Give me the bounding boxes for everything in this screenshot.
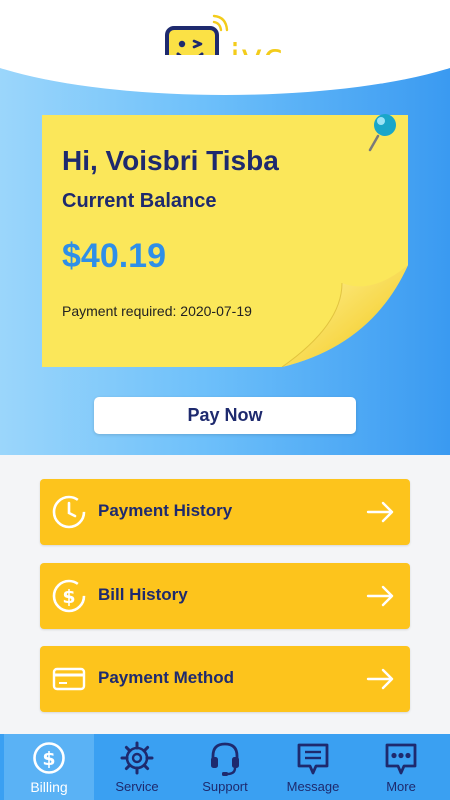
nav-label: Message	[286, 779, 340, 794]
payment-method-button[interactable]: Payment Method	[40, 646, 410, 712]
more-icon	[385, 743, 417, 775]
nav-more[interactable]: More	[356, 734, 446, 800]
arrow-right-icon	[366, 668, 394, 690]
nav-billing[interactable]: $ Billing	[4, 734, 94, 800]
balance-hero: Hi, Voisbri Tisba Current Balance $40.19…	[0, 55, 450, 455]
dollar-icon: $	[33, 742, 65, 774]
nav-label: Billing	[30, 779, 68, 795]
gear-icon	[120, 741, 154, 775]
nav-label: More	[386, 779, 416, 794]
menu-label: Payment Method	[98, 668, 235, 687]
credit-card-icon	[52, 667, 86, 691]
menu-label: Bill History	[98, 585, 188, 604]
bottom-navigation: $ Billing Service Support Message More	[0, 734, 450, 800]
clock-icon	[52, 495, 86, 529]
nav-label: Support	[202, 779, 248, 794]
nav-message[interactable]: Message	[268, 734, 358, 800]
pay-now-button[interactable]: Pay Now	[94, 397, 356, 434]
menu-label: Payment History	[98, 501, 233, 520]
signal-waves-icon	[212, 14, 229, 32]
payment-due-date: Payment required: 2020-07-19	[62, 303, 252, 319]
svg-text:$: $	[42, 748, 55, 770]
bill-history-button[interactable]: $ Bill History	[40, 563, 410, 629]
nav-service[interactable]: Service	[92, 734, 182, 800]
arrow-right-icon	[366, 501, 394, 523]
pushpin-icon	[368, 114, 396, 152]
balance-label: Current Balance	[62, 190, 217, 212]
header-curve	[0, 55, 450, 95]
dollar-coin-icon: $	[52, 579, 86, 613]
balance-amount: $40.19	[62, 237, 166, 275]
nav-label: Service	[115, 779, 159, 794]
balance-sticky-note: Hi, Voisbri Tisba Current Balance $40.19…	[42, 114, 408, 367]
arrow-right-icon	[366, 585, 394, 607]
payment-history-button[interactable]: Payment History	[40, 479, 410, 545]
message-icon	[297, 743, 329, 775]
svg-text:$: $	[62, 586, 75, 608]
headset-icon	[211, 742, 239, 776]
greeting-text: Hi, Voisbri Tisba	[62, 145, 279, 176]
nav-support[interactable]: Support	[180, 734, 270, 800]
